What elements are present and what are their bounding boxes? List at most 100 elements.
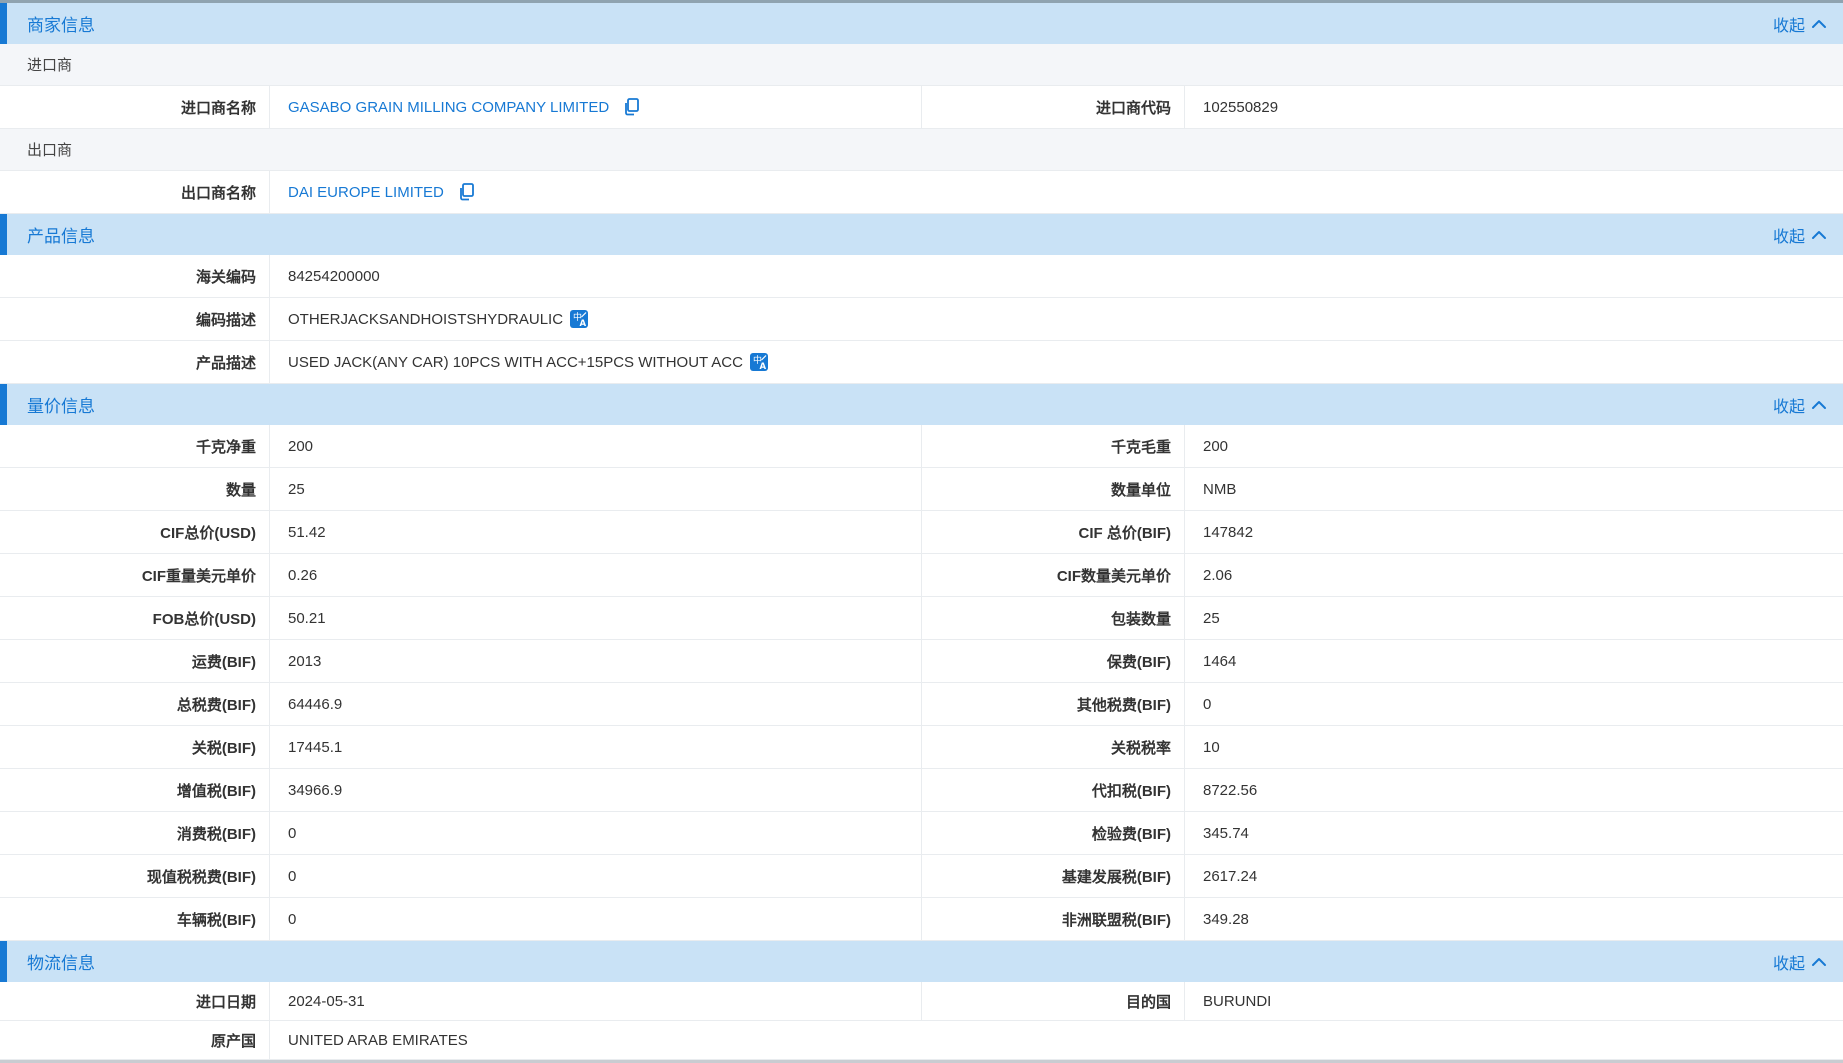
- exporter-name-label: 出口商名称: [0, 171, 270, 213]
- subheader-importer: 进口商: [0, 44, 1843, 86]
- section-header-product: 产品信息 收起: [0, 214, 1843, 255]
- price-row-right-label: 其他税费(BIF): [922, 683, 1185, 725]
- price-row-right-label: CIF数量美元单价: [922, 554, 1185, 596]
- price-row-right-value: 200: [1185, 425, 1843, 467]
- chevron-up-icon: [1811, 399, 1827, 411]
- price-row-left-label: 运费(BIF): [0, 640, 270, 682]
- destination-country-value: BURUNDI: [1185, 982, 1843, 1020]
- collapse-button-price[interactable]: 收起: [1773, 393, 1827, 417]
- price-row-left-value: 2013: [270, 640, 922, 682]
- price-row-left-label: FOB总价(USD): [0, 597, 270, 639]
- hs-code-label: 海关编码: [0, 255, 270, 297]
- section-title-product: 产品信息: [27, 222, 95, 247]
- hs-code-value: 84254200000: [270, 255, 1843, 297]
- price-row-left-value: 200: [270, 425, 922, 467]
- price-row-left-value: 0: [270, 855, 922, 897]
- section-title-merchant: 商家信息: [27, 11, 95, 36]
- table-row: 消费税(BIF)0检验费(BIF)345.74: [0, 812, 1843, 855]
- product-description-label: 产品描述: [0, 341, 270, 383]
- collapse-button-product[interactable]: 收起: [1773, 223, 1827, 247]
- table-row: 数量25数量单位NMB: [0, 468, 1843, 511]
- table-row: 编码描述 OTHERJACKSANDHOISTSHYDRAULIC: [0, 298, 1843, 341]
- table-row: 现值税税费(BIF)0基建发展税(BIF)2617.24: [0, 855, 1843, 898]
- product-description-cell: USED JACK(ANY CAR) 10PCS WITH ACC+15PCS …: [270, 341, 1843, 383]
- price-row-left-label: 车辆税(BIF): [0, 898, 270, 940]
- copy-icon[interactable]: [623, 98, 641, 116]
- price-row-right-label: 保费(BIF): [922, 640, 1185, 682]
- hs-description-value: OTHERJACKSANDHOISTSHYDRAULIC: [288, 311, 563, 328]
- price-row-right-value: 2.06: [1185, 554, 1843, 596]
- translate-icon[interactable]: [570, 310, 588, 328]
- table-row: FOB总价(USD)50.21包装数量25: [0, 597, 1843, 640]
- price-row-left-value: 0: [270, 812, 922, 854]
- chevron-up-icon: [1811, 18, 1827, 30]
- importer-name-link[interactable]: GASABO GRAIN MILLING COMPANY LIMITED: [288, 98, 641, 116]
- price-row-left-value: 51.42: [270, 511, 922, 553]
- price-row-right-value: 8722.56: [1185, 769, 1843, 811]
- price-row-right-value: NMB: [1185, 468, 1843, 510]
- price-row-right-value: 349.28: [1185, 898, 1843, 940]
- price-row-right-value: 1464: [1185, 640, 1843, 682]
- price-row-left-label: 现值税税费(BIF): [0, 855, 270, 897]
- price-row-left-value: 64446.9: [270, 683, 922, 725]
- subheader-importer-label: 进口商: [27, 54, 72, 75]
- copy-icon[interactable]: [458, 183, 476, 201]
- price-row-left-label: 关税(BIF): [0, 726, 270, 768]
- price-row-left-label: 总税费(BIF): [0, 683, 270, 725]
- price-row-right-label: 包装数量: [922, 597, 1185, 639]
- table-row: 原产国 UNITED ARAB EMIRATES: [0, 1021, 1843, 1060]
- trade-detail-page: 商家信息 收起 进口商 进口商名称 GASABO GRAIN MILLING C…: [0, 3, 1843, 1063]
- price-row-left-label: 增值税(BIF): [0, 769, 270, 811]
- importer-code-label: 进口商代码: [922, 86, 1185, 128]
- importer-code-value: 102550829: [1185, 86, 1843, 128]
- price-row-left-value: 0: [270, 898, 922, 940]
- price-rows-container: 千克净重200千克毛重200数量25数量单位NMBCIF总价(USD)51.42…: [0, 425, 1843, 941]
- exporter-name-link[interactable]: DAI EUROPE LIMITED: [288, 183, 476, 201]
- price-row-right-value: 2617.24: [1185, 855, 1843, 897]
- chevron-up-icon: [1811, 229, 1827, 241]
- chevron-up-icon: [1811, 956, 1827, 968]
- price-row-right-label: CIF 总价(BIF): [922, 511, 1185, 553]
- section-title-price: 量价信息: [27, 392, 95, 417]
- price-row-left-label: CIF总价(USD): [0, 511, 270, 553]
- importer-name-cell: GASABO GRAIN MILLING COMPANY LIMITED: [270, 86, 922, 128]
- product-description-value: USED JACK(ANY CAR) 10PCS WITH ACC+15PCS …: [288, 354, 743, 371]
- price-row-left-label: 消费税(BIF): [0, 812, 270, 854]
- collapse-label: 收起: [1773, 223, 1805, 247]
- translate-icon[interactable]: [750, 353, 768, 371]
- price-row-right-value: 147842: [1185, 511, 1843, 553]
- exporter-name-cell: DAI EUROPE LIMITED: [270, 171, 1843, 213]
- price-row-right-label: 数量单位: [922, 468, 1185, 510]
- collapse-button-merchant[interactable]: 收起: [1773, 12, 1827, 36]
- table-row: 增值税(BIF)34966.9代扣税(BIF)8722.56: [0, 769, 1843, 812]
- price-row-right-value: 0: [1185, 683, 1843, 725]
- collapse-label: 收起: [1773, 12, 1805, 36]
- price-row-right-label: 检验费(BIF): [922, 812, 1185, 854]
- table-row: 总税费(BIF)64446.9其他税费(BIF)0: [0, 683, 1843, 726]
- table-row: 运费(BIF)2013保费(BIF)1464: [0, 640, 1843, 683]
- table-row: 进口日期 2024-05-31 目的国 BURUNDI: [0, 982, 1843, 1021]
- price-row-left-value: 0.26: [270, 554, 922, 596]
- hs-description-cell: OTHERJACKSANDHOISTSHYDRAULIC: [270, 298, 1843, 340]
- price-row-left-value: 34966.9: [270, 769, 922, 811]
- subheader-exporter-label: 出口商: [27, 139, 72, 160]
- hs-description-label: 编码描述: [0, 298, 270, 340]
- price-row-left-label: 数量: [0, 468, 270, 510]
- import-date-value: 2024-05-31: [270, 982, 922, 1020]
- price-row-left-value: 25: [270, 468, 922, 510]
- importer-name-label: 进口商名称: [0, 86, 270, 128]
- price-row-right-value: 345.74: [1185, 812, 1843, 854]
- destination-country-label: 目的国: [922, 982, 1185, 1020]
- price-row-right-label: 基建发展税(BIF): [922, 855, 1185, 897]
- origin-country-label: 原产国: [0, 1021, 270, 1059]
- table-row: 海关编码 84254200000: [0, 255, 1843, 298]
- price-row-left-value: 50.21: [270, 597, 922, 639]
- section-title-logistics: 物流信息: [27, 949, 95, 974]
- import-date-label: 进口日期: [0, 982, 270, 1020]
- table-row: CIF重量美元单价0.26CIF数量美元单价2.06: [0, 554, 1843, 597]
- table-row: 产品描述 USED JACK(ANY CAR) 10PCS WITH ACC+1…: [0, 341, 1843, 384]
- collapse-button-logistics[interactable]: 收起: [1773, 950, 1827, 974]
- section-header-merchant: 商家信息 收起: [0, 3, 1843, 44]
- price-row-right-value: 25: [1185, 597, 1843, 639]
- price-row-right-label: 代扣税(BIF): [922, 769, 1185, 811]
